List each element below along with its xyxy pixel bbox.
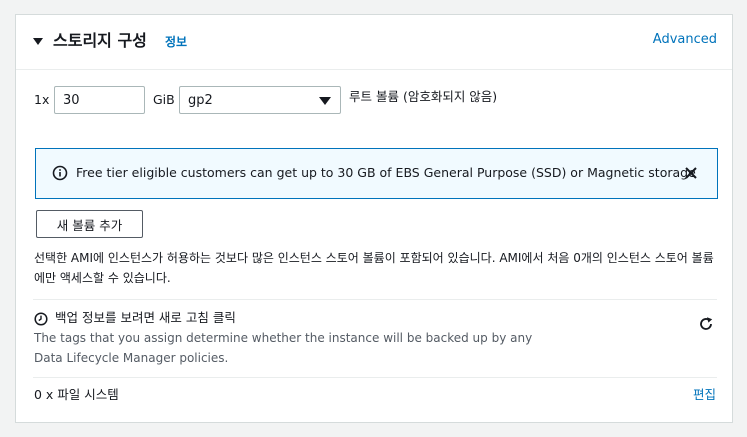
volume-count-label: 1x — [34, 92, 50, 107]
divider — [33, 299, 717, 300]
advanced-link[interactable]: Advanced — [653, 32, 717, 48]
section-title: 스토리지 구성 — [53, 31, 147, 50]
instance-store-description: 선택한 AMI에 인스턴스가 허용하는 것보다 많은 인스턴스 스토어 볼륨이 … — [34, 251, 714, 285]
backup-info-description: The tags that you assign determine wheth… — [34, 331, 533, 365]
volume-type-select[interactable]: gp2 — [179, 86, 341, 114]
edit-file-systems-link[interactable]: 편집 — [693, 387, 716, 403]
backup-info-title: 백업 정보를 보려면 새로 고침 클릭 — [55, 310, 236, 325]
close-icon[interactable] — [683, 165, 699, 181]
file-systems-label: 0 x 파일 시스템 — [34, 387, 119, 402]
info-link[interactable]: 정보 — [165, 35, 187, 49]
clock-icon — [34, 312, 48, 326]
root-volume-label: 루트 볼륨 (암호화되지 않음) — [349, 89, 498, 104]
volume-size-unit: GiB — [153, 92, 175, 107]
volume-type-value: gp2 — [188, 93, 213, 108]
storage-config-panel: 스토리지 구성 정보 Advanced 1x GiB gp2 루트 볼륨 (암호… — [15, 14, 733, 423]
divider — [33, 377, 717, 378]
caret-down-icon — [319, 97, 331, 105]
refresh-icon[interactable] — [698, 316, 714, 332]
caret-down-icon[interactable] — [32, 35, 44, 47]
free-tier-alert: Free tier eligible customers can get up … — [35, 148, 718, 199]
panel-header: 스토리지 구성 정보 Advanced — [16, 15, 732, 70]
volume-size-input[interactable] — [54, 86, 145, 114]
alert-message: Free tier eligible customers can get up … — [76, 165, 696, 180]
add-volume-button[interactable]: 새 볼륨 추가 — [36, 210, 143, 238]
info-icon — [52, 165, 68, 181]
